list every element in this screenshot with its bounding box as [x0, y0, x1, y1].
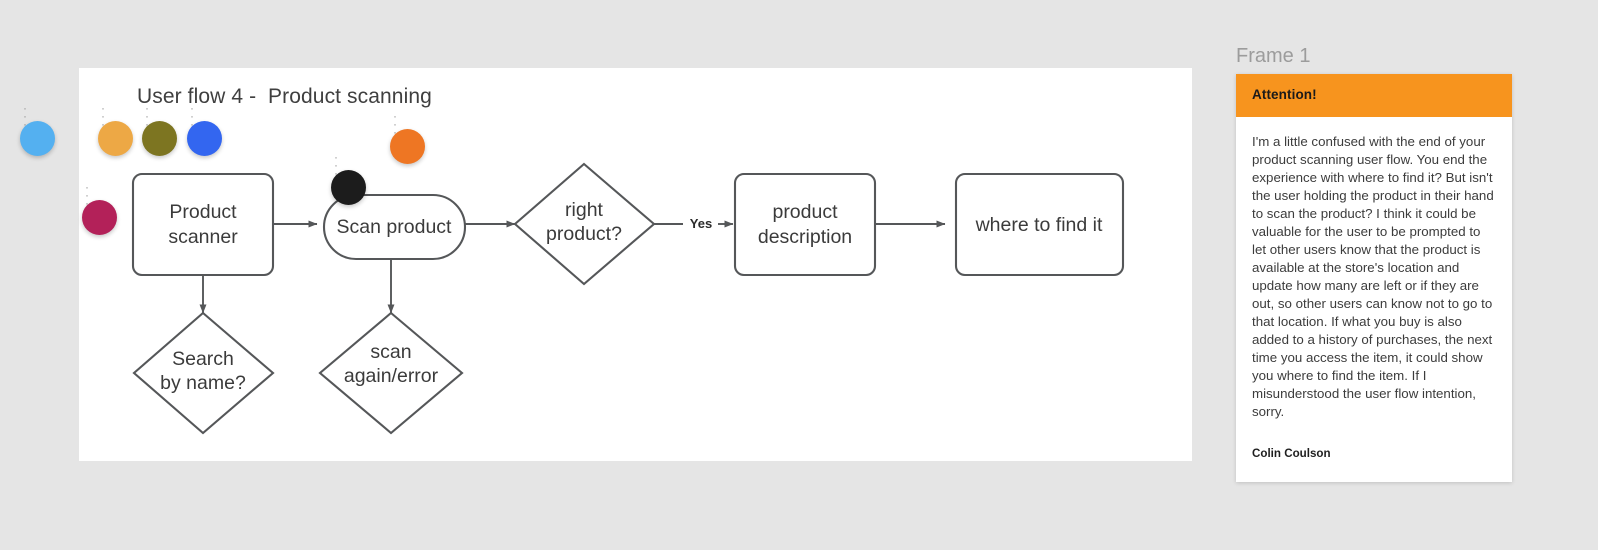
node-where-to-find-it-line-0: where to find it: [975, 214, 1103, 236]
cursor-olive-avatar[interactable]: [142, 121, 177, 156]
user-flow-diagram: Yes Product scanner Scan product right p…: [131, 162, 1125, 435]
node-product-description[interactable]: product description: [733, 172, 877, 277]
node-product-scanner[interactable]: Product scanner: [131, 172, 275, 277]
node-right-product-line-1: product?: [546, 223, 622, 245]
cursor-orange-avatar[interactable]: [390, 129, 425, 164]
node-scan-again-error[interactable]: scan again/error: [318, 311, 464, 435]
node-product-scanner-shape: [131, 172, 275, 277]
frame-label: Frame 1: [1236, 45, 1311, 67]
cursor-magenta-avatar[interactable]: [82, 200, 117, 235]
comment-header-title: Attention!: [1252, 87, 1317, 102]
cursor-black-avatar[interactable]: [331, 170, 366, 205]
cursor-indigo-avatar[interactable]: [187, 121, 222, 156]
node-scan-again-error-line-0: scan: [370, 341, 411, 363]
node-product-description-line-0: product: [772, 201, 838, 223]
node-product-scanner-line-0: Product: [169, 201, 237, 223]
cursor-blue-avatar[interactable]: [20, 121, 55, 156]
comment-author: Colin Coulson: [1252, 447, 1331, 460]
node-search-by-name-line-1: by name?: [160, 372, 246, 394]
node-search-by-name[interactable]: Search by name?: [132, 311, 275, 435]
comment-text: I'm a little confused with the end of yo…: [1252, 134, 1494, 419]
node-product-description-line-1: description: [758, 226, 852, 248]
node-search-by-name-line-0: Search: [172, 348, 234, 370]
node-right-product[interactable]: right product?: [513, 162, 656, 286]
comment-card-header: Attention!: [1236, 74, 1512, 117]
node-product-scanner-line-1: scanner: [168, 226, 238, 248]
node-where-to-find-it[interactable]: where to find it: [954, 172, 1125, 277]
node-product-description-shape: [733, 172, 877, 277]
comment-card[interactable]: Attention! I'm a little confused with th…: [1236, 74, 1512, 482]
node-scan-product-line-0: Scan product: [337, 216, 452, 238]
edge-label-yes: Yes: [690, 216, 712, 231]
comment-card-body: I'm a little confused with the end of yo…: [1236, 117, 1512, 427]
comment-panel: Frame 1 Attention! I'm a little confused…: [1236, 44, 1512, 482]
cursor-amber-avatar[interactable]: [98, 121, 133, 156]
whiteboard-canvas[interactable]: User flow 4 - Product scanning Yes Produ…: [79, 68, 1192, 461]
node-right-product-line-0: right: [565, 199, 604, 221]
node-scan-again-error-line-1: again/error: [344, 365, 439, 387]
